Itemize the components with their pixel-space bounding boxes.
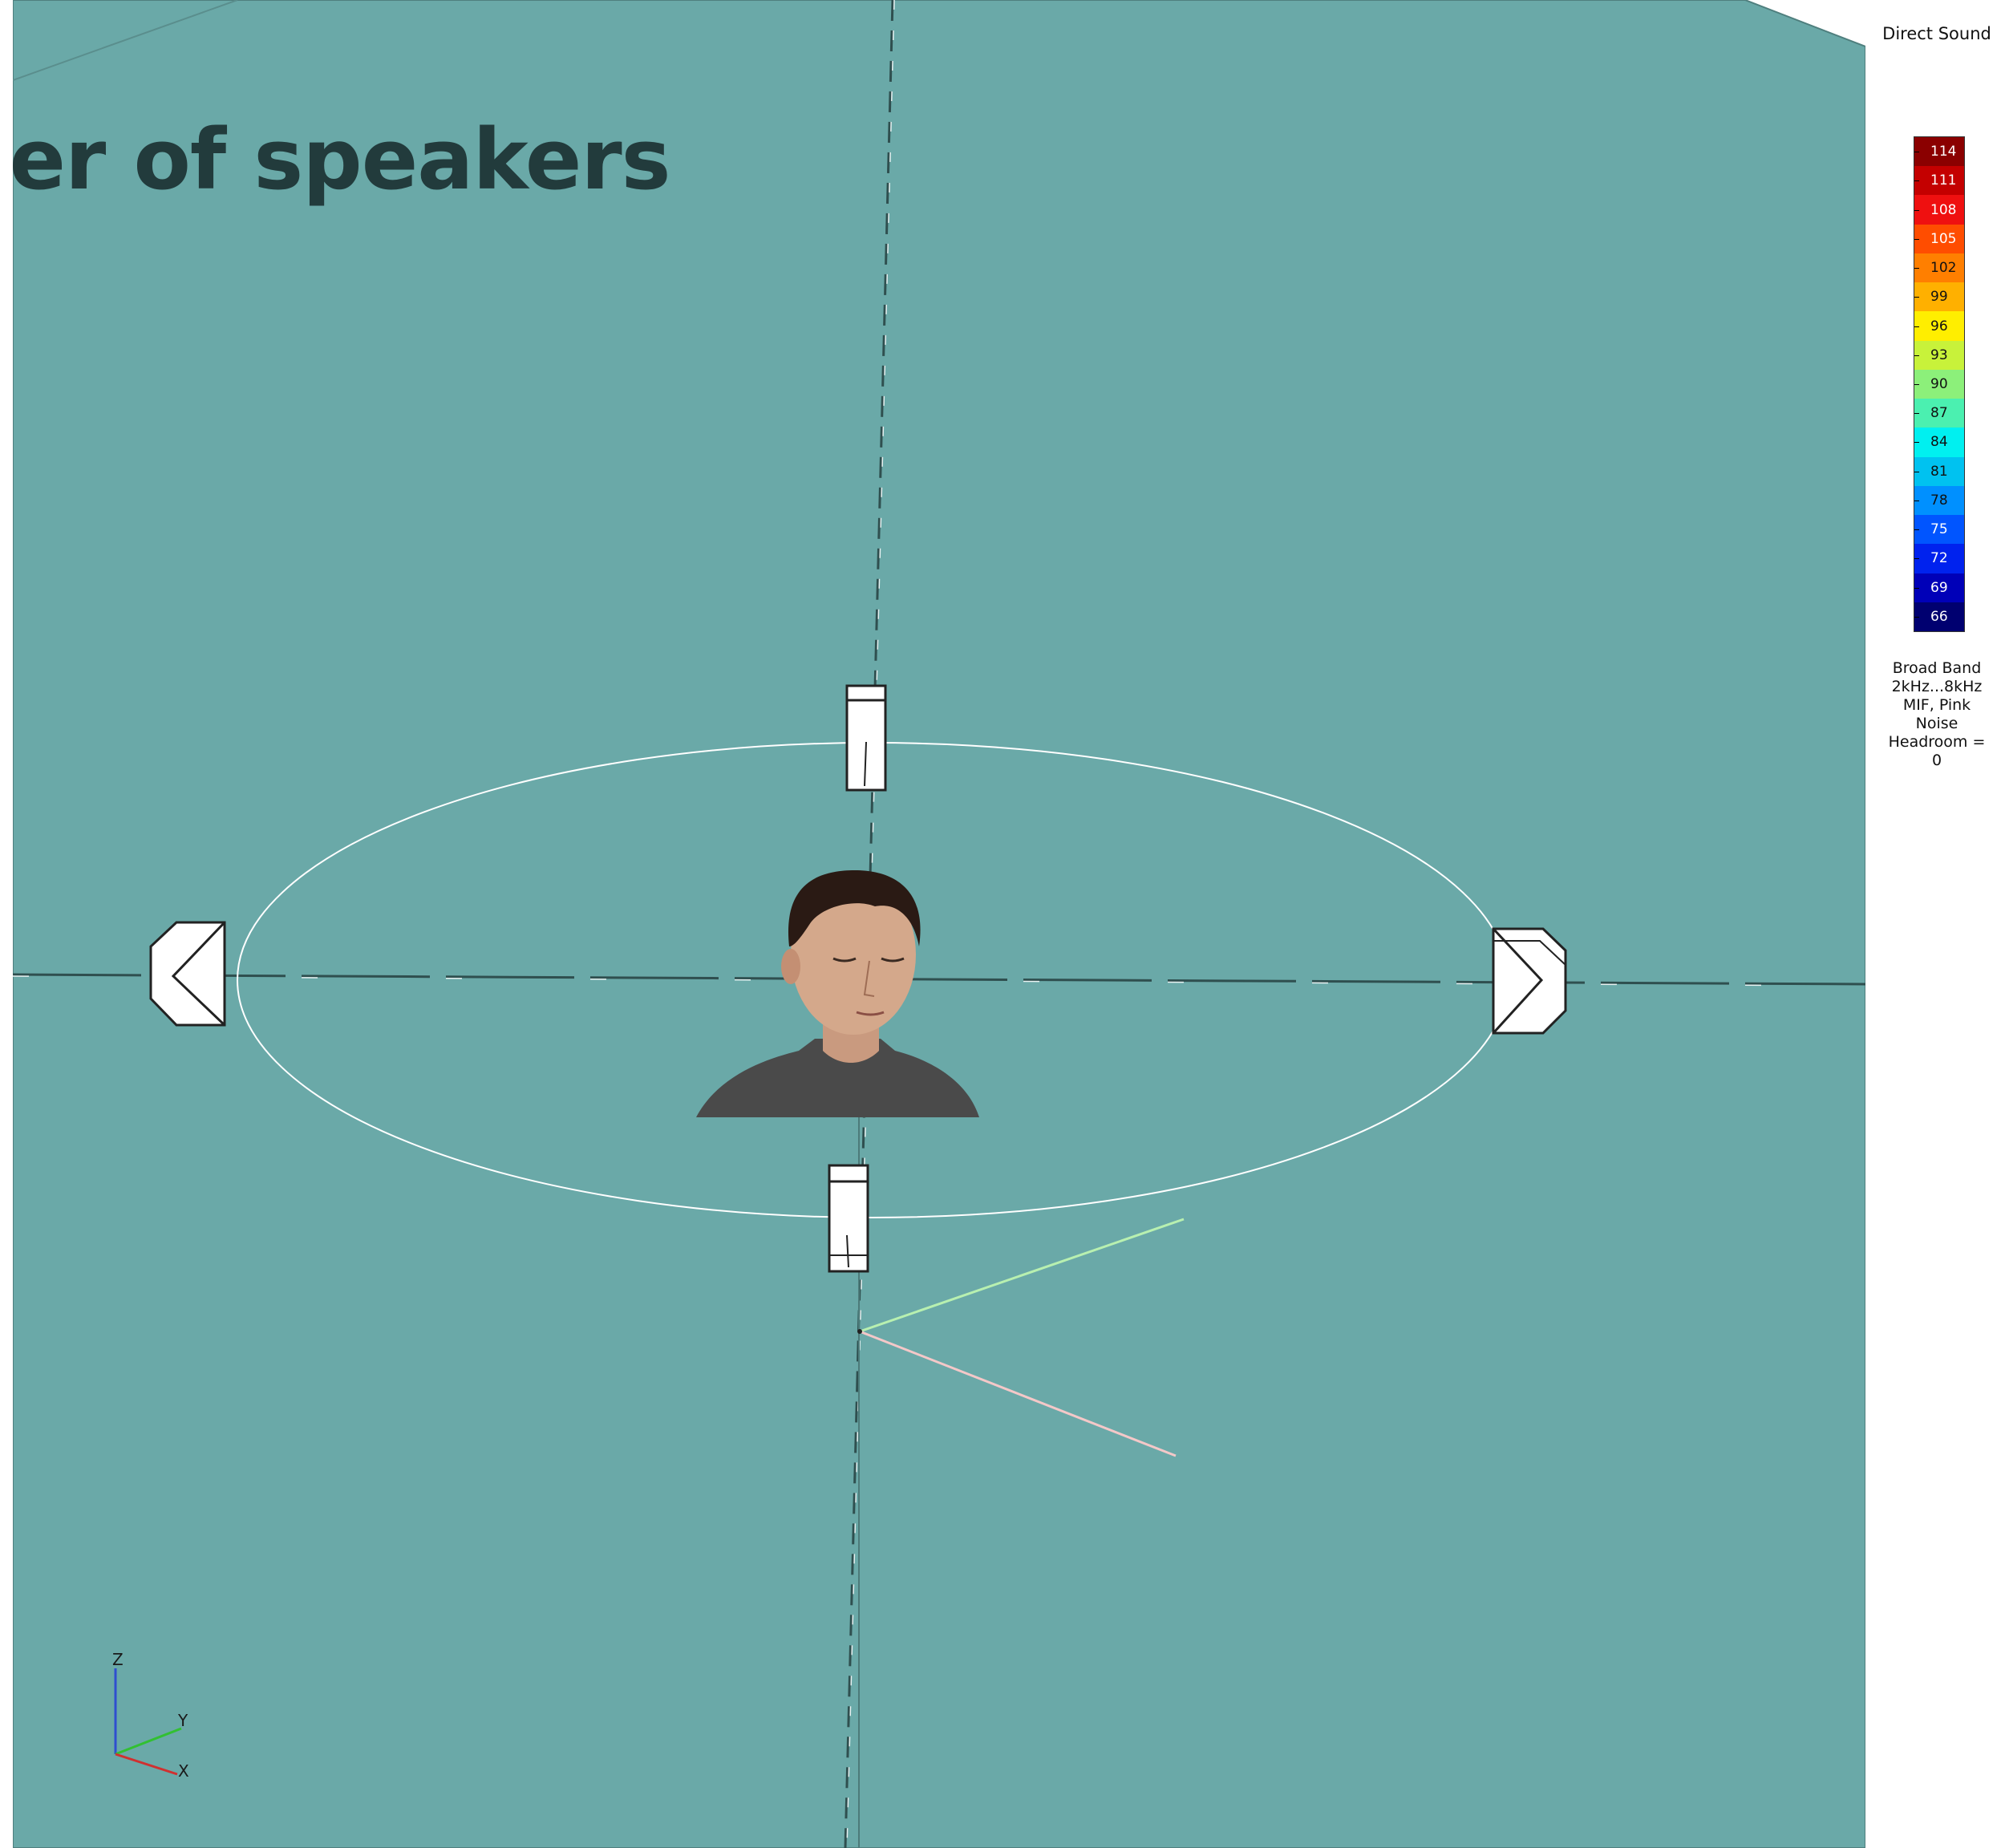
scale-step: 72: [1914, 544, 1964, 573]
scale-step: 96: [1914, 311, 1964, 341]
scale-tick: [1914, 558, 1919, 560]
scale-tick: [1914, 383, 1919, 385]
scale-label: 78: [1930, 492, 1948, 509]
room-scene: Z Y X: [13, 0, 1865, 1848]
legend-panel: Direct Sound 114 111 108 105 102 99 96 93 90 87 84…: [1869, 0, 2005, 1848]
legend-info: Broad Band 2kHz...8kHz MIF, Pink Noise H…: [1869, 659, 2005, 770]
scale-tick: [1914, 297, 1919, 298]
legend-info-line: 0: [1931, 752, 1942, 769]
scale-step: 81: [1914, 456, 1964, 486]
color-scale: 114 111 108 105 102 99 96 93 90 87 84 81 78 75 72 69 66: [1914, 136, 1965, 632]
scale-step: 114: [1914, 137, 1964, 167]
scale-step: 66: [1914, 602, 1964, 631]
scale-label: 87: [1930, 405, 1948, 422]
scale-step: 93: [1914, 340, 1964, 370]
scale-step: 84: [1914, 428, 1964, 457]
scale-step: 108: [1914, 195, 1964, 225]
scale-label: 72: [1930, 550, 1948, 567]
speaker-rear[interactable]: [828, 1164, 869, 1273]
scale-label: 111: [1930, 172, 1957, 189]
legend-info-line: Broad Band: [1892, 659, 1982, 677]
scale-step: 87: [1914, 399, 1964, 428]
legend-title: Direct Sound: [1882, 24, 1991, 43]
scale-step: 78: [1914, 485, 1964, 516]
scale-label: 93: [1930, 346, 1948, 363]
scale-step: 111: [1914, 166, 1964, 196]
speaker-left[interactable]: [149, 921, 226, 1027]
scale-tick: [1914, 442, 1919, 444]
scale-tick: [1914, 529, 1919, 531]
scale-tick: [1914, 238, 1919, 240]
scale-label: 66: [1930, 608, 1948, 625]
scale-tick: [1914, 587, 1919, 589]
legend-info-line: 2kHz...8kHz: [1891, 678, 1983, 695]
scale-label: 75: [1930, 521, 1948, 538]
scale-tick: [1914, 268, 1919, 270]
scale-tick: [1914, 616, 1919, 618]
scale-label: 102: [1930, 260, 1957, 277]
scale-step: 105: [1914, 224, 1964, 253]
scale-label: 108: [1930, 201, 1957, 218]
slide-title: ber of speakers: [13, 111, 671, 209]
scale-label: 96: [1930, 318, 1948, 334]
scale-label: 114: [1930, 144, 1957, 160]
speaker-right[interactable]: [1492, 927, 1567, 1035]
room-back-wall: [13, 0, 1865, 1848]
scale-label: 90: [1930, 375, 1948, 392]
scale-label: 84: [1930, 434, 1948, 451]
legend-info-line: MIF, Pink: [1902, 696, 1971, 714]
scale-tick: [1914, 413, 1919, 415]
scale-tick: [1914, 500, 1919, 501]
scale-label: 69: [1930, 579, 1948, 596]
scale-label: 105: [1930, 230, 1957, 247]
3d-viewport[interactable]: Z Y X ber of speakers: [13, 0, 1865, 1848]
scale-tick: [1914, 180, 1919, 182]
scale-label: 81: [1930, 463, 1948, 480]
gizmo-x-label: X: [178, 1761, 189, 1781]
origin-point: [857, 1329, 862, 1334]
gizmo-z-label: Z: [112, 1650, 124, 1669]
scale-tick: [1914, 326, 1919, 327]
scale-step: 90: [1914, 369, 1964, 399]
gizmo-y-label: Y: [177, 1711, 188, 1730]
speaker-front[interactable]: [845, 684, 887, 792]
scale-step: 69: [1914, 573, 1964, 602]
scale-tick: [1914, 355, 1919, 356]
scale-step: 75: [1914, 515, 1964, 545]
scale-step: 102: [1914, 253, 1964, 283]
legend-info-line: Headroom =: [1888, 733, 1986, 751]
scale-step: 99: [1914, 282, 1964, 312]
scale-tick: [1914, 209, 1919, 211]
scale-label: 99: [1930, 289, 1948, 306]
legend-info-line: Noise: [1915, 715, 1958, 732]
